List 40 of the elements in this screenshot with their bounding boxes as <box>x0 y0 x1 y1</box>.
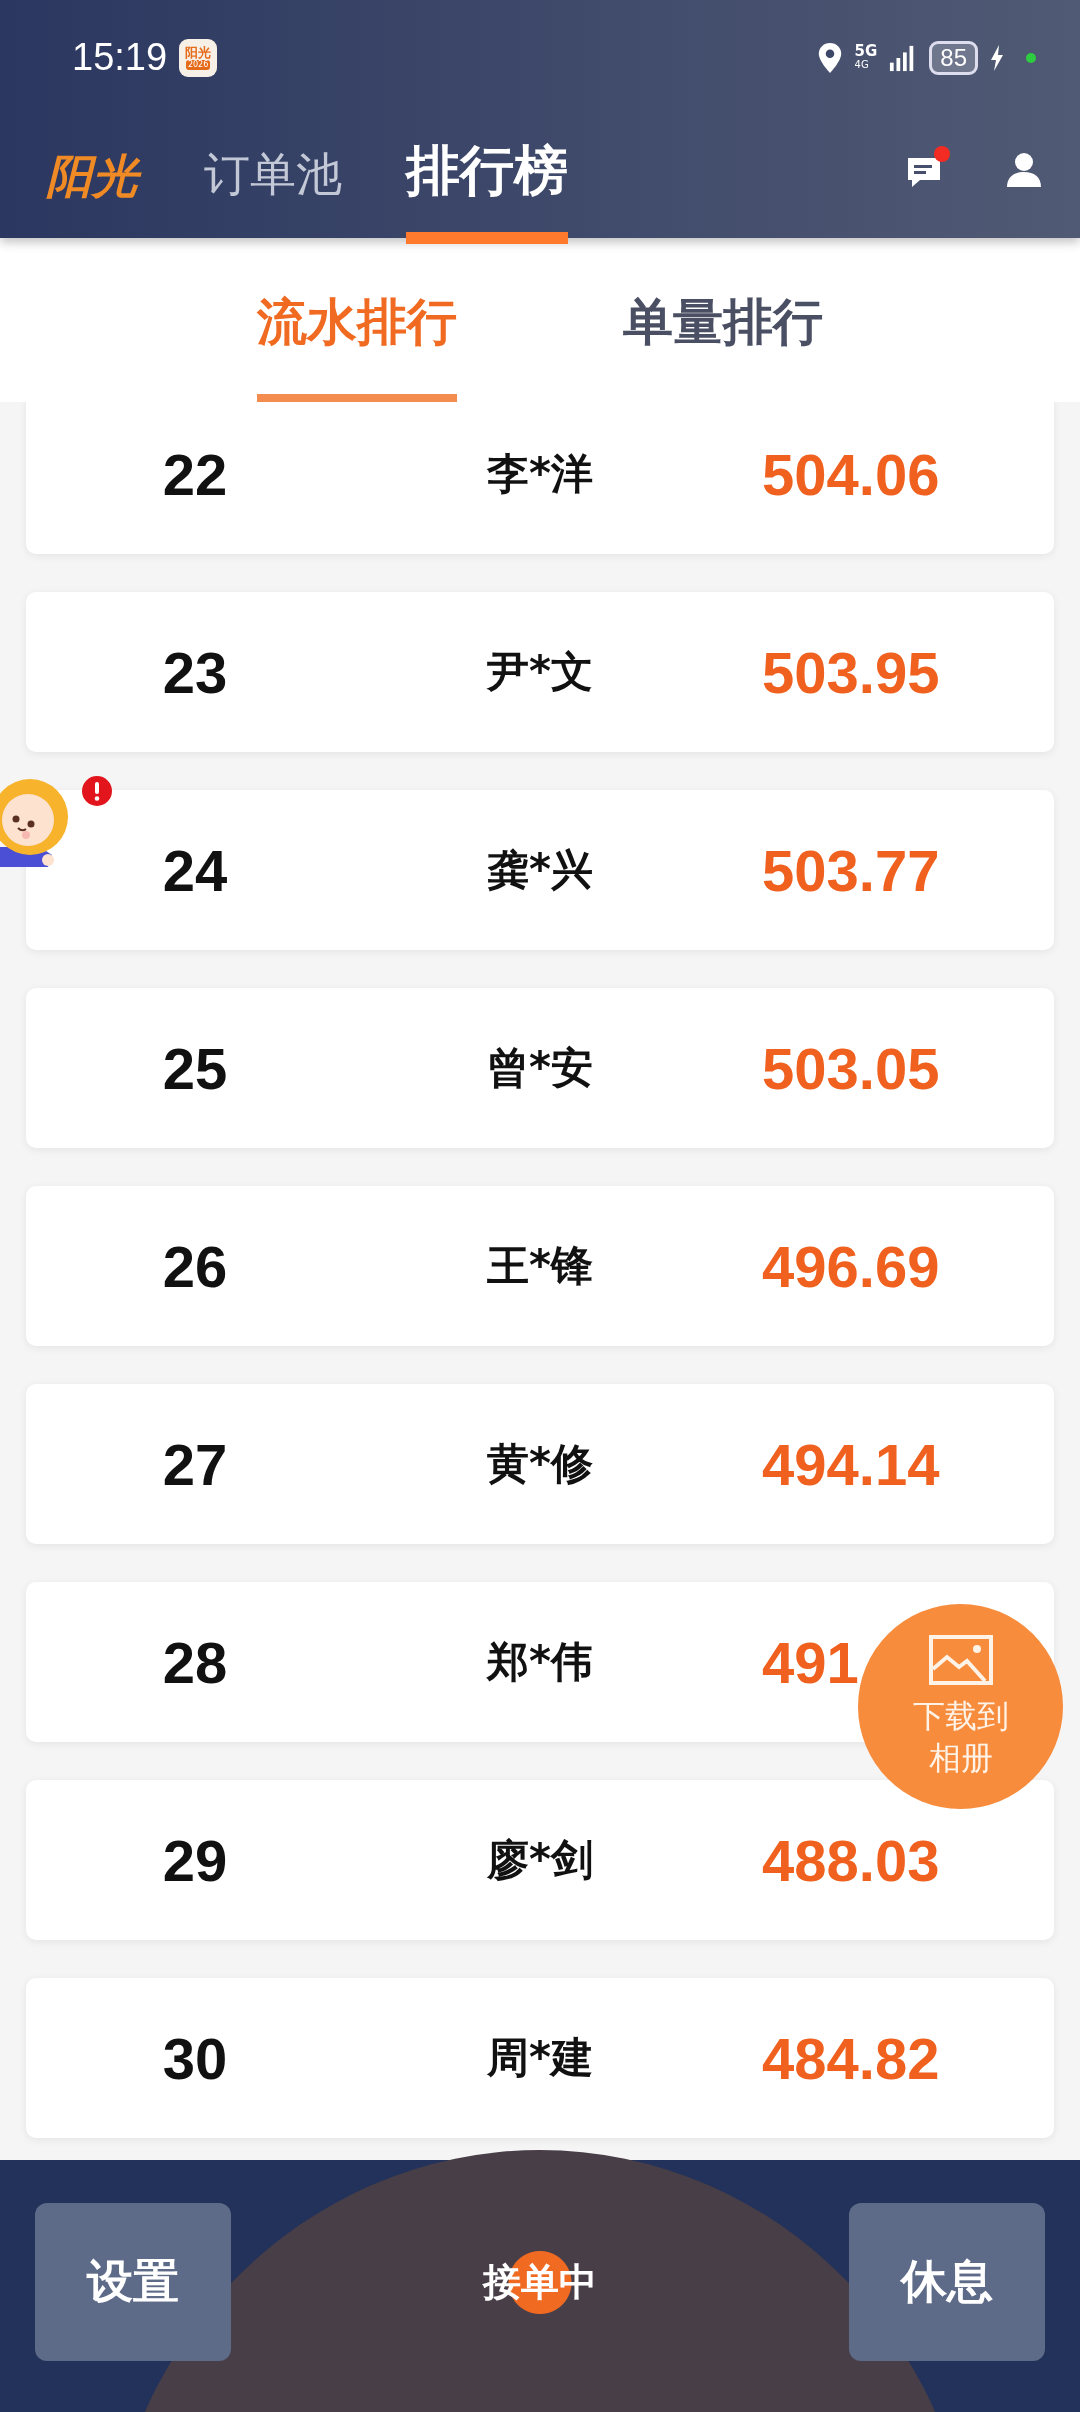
driver-name: 廖*剑 <box>486 1834 594 1886</box>
clock-time: 15:19 <box>72 36 168 79</box>
rank-number: 28 <box>161 1628 229 1696</box>
app-icon: 阳光 2026 <box>179 38 218 77</box>
driver-name: 王*锋 <box>486 1240 594 1292</box>
settings-button[interactable]: 设置 <box>35 2203 231 2361</box>
rank-number: 25 <box>161 1034 229 1102</box>
earnings-amount: 496.69 <box>762 1232 940 1300</box>
rest-button[interactable]: 休息 <box>849 2203 1045 2361</box>
earnings-amount: 503.77 <box>762 836 940 904</box>
earnings-amount: 494.14 <box>762 1430 940 1498</box>
rank-number: 29 <box>161 1826 229 1894</box>
earnings-amount: 504.06 <box>762 440 940 508</box>
profile-icon[interactable] <box>1004 150 1044 190</box>
rank-number: 30 <box>161 2024 229 2092</box>
driver-name: 黄*修 <box>486 1438 594 1490</box>
rank-number: 23 <box>161 638 229 706</box>
driver-name: 周*建 <box>486 2032 594 2084</box>
earnings-amount: 484.82 <box>762 2024 940 2092</box>
earnings-amount: 488.03 <box>762 1826 940 1894</box>
rank-number: 27 <box>161 1430 229 1498</box>
earnings-amount: 503.95 <box>762 638 940 706</box>
ranking-tab[interactable]: 单量排行 <box>623 289 823 402</box>
rank-number: 26 <box>161 1232 229 1300</box>
driver-name: 郑*伟 <box>485 1636 594 1688</box>
battery-icon: 85 <box>929 40 978 75</box>
earnings-amount: 503.05 <box>762 1034 940 1102</box>
driver-name: 龚*兴 <box>486 844 594 896</box>
driver-name: 尹*文 <box>485 646 594 698</box>
rank-number: 24 <box>161 836 229 904</box>
image-icon <box>928 1634 993 1685</box>
earnings-amount: 491 <box>762 1628 859 1696</box>
driver-name: 李*洋 <box>486 448 594 500</box>
network-label: 5G <box>854 43 878 58</box>
rank-number: 22 <box>161 440 229 508</box>
location-icon <box>816 41 843 74</box>
network-label: 4G <box>854 57 870 72</box>
status-dot <box>1026 52 1036 63</box>
driver-name: 曾*安 <box>486 1042 594 1094</box>
nav-tab[interactable]: 订单池 <box>204 144 342 238</box>
